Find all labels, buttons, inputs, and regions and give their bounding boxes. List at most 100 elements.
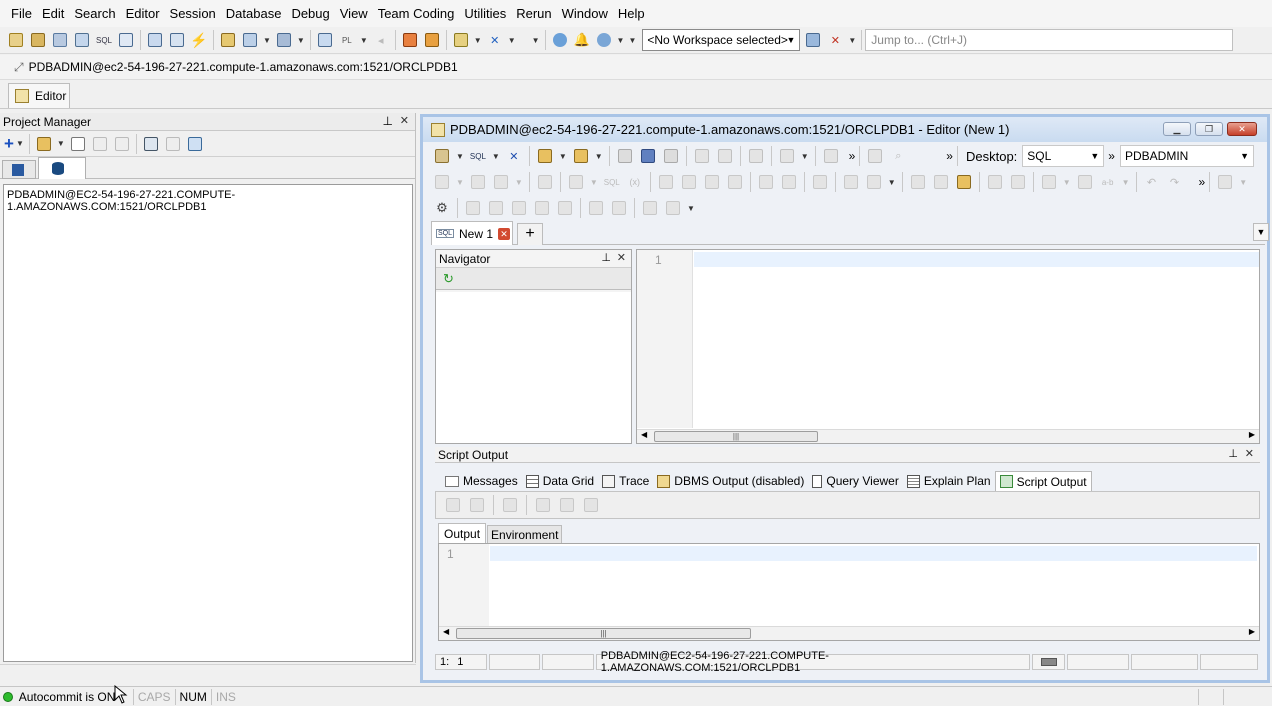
scroll-left-icon[interactable]: ◀ — [641, 430, 647, 439]
tab-trace[interactable]: Trace — [598, 471, 653, 491]
script-output-editor[interactable]: 1 ◀ ||| ▶ — [438, 543, 1260, 641]
tree-item-connection[interactable]: PDBADMIN@EC2-54-196-27-221.COMPUTE-1.AMA… — [7, 189, 409, 213]
menu-rerun[interactable]: Rerun — [511, 0, 556, 27]
run-to-cursor-icon — [725, 173, 745, 191]
disconnect-session-icon[interactable]: ✕ — [504, 147, 524, 165]
tab-list-button[interactable]: ▼ — [1253, 223, 1269, 241]
sql-editor-icon[interactable]: SQL — [468, 147, 488, 165]
scroll-right-icon[interactable]: ▶ — [1249, 627, 1255, 636]
sql-editor[interactable]: 1 ◀ ||| ▶ — [636, 249, 1260, 444]
monitor-icon[interactable] — [315, 31, 335, 49]
workspace-remove-icon[interactable]: ✕ — [825, 31, 845, 49]
tab-database[interactable] — [38, 157, 86, 179]
pin-icon[interactable]: ⊥ — [383, 114, 393, 128]
lightning-icon[interactable]: ⚡ — [189, 31, 209, 49]
menu-debug[interactable]: Debug — [286, 0, 334, 27]
scroll-left-icon[interactable]: ◀ — [443, 627, 449, 636]
scroll-thumb[interactable]: ||| — [456, 628, 751, 639]
tab-new-1[interactable]: SQL New 1 ✕ — [431, 221, 513, 245]
recent-files-icon[interactable] — [571, 147, 591, 165]
paste-icon[interactable] — [954, 173, 974, 191]
editor-hscrollbar[interactable]: ◀ ||| ▶ — [637, 429, 1259, 443]
close-icon[interactable]: ✕ — [400, 114, 409, 127]
minimize-button[interactable]: ▁ — [1163, 122, 1191, 136]
menu-team-coding[interactable]: Team Coding — [373, 0, 460, 27]
output-current-line — [490, 546, 1257, 561]
schema-select[interactable]: PDBADMIN ▼ — [1119, 145, 1254, 167]
layout-icon[interactable] — [240, 31, 260, 49]
menu-utilities[interactable]: Utilities — [459, 0, 511, 27]
tab-explain-plan[interactable]: Explain Plan — [903, 471, 995, 491]
tab-script-output[interactable]: Script Output — [994, 471, 1092, 491]
tab-close-icon[interactable]: ✕ — [498, 227, 511, 240]
tab-editor[interactable]: Editor — [8, 83, 70, 108]
menu-database[interactable]: Database — [221, 0, 287, 27]
workspace-value: <No Workspace selected> — [647, 33, 788, 47]
bell-icon[interactable]: 🔔 — [572, 31, 592, 49]
tab-environment[interactable]: Environment — [487, 525, 563, 543]
tab-data-grid[interactable]: Data Grid — [522, 471, 598, 491]
tab-query-viewer[interactable]: Query Viewer — [808, 471, 902, 491]
workspace-select[interactable]: <No Workspace selected> ▼ — [642, 29, 801, 51]
menu-editor[interactable]: Editor — [121, 0, 165, 27]
status-cell-3 — [542, 654, 594, 670]
tab-messages[interactable]: Messages — [441, 471, 522, 491]
menu-window[interactable]: Window — [557, 0, 613, 27]
desktop-select[interactable]: SQL ▼ — [1022, 145, 1105, 167]
plsql-icon[interactable]: PL — [337, 31, 357, 49]
menu-search[interactable]: Search — [69, 0, 120, 27]
pin-icon[interactable]: ⊥ — [601, 251, 611, 264]
sql-optimizer-icon[interactable] — [50, 31, 70, 49]
close-icon[interactable]: ✕ — [617, 251, 626, 264]
workspace-settings-icon[interactable] — [803, 31, 823, 49]
compare-icon[interactable] — [451, 31, 471, 49]
help-search-icon[interactable] — [594, 31, 614, 49]
report-icon[interactable] — [72, 31, 92, 49]
menu-edit[interactable]: Edit — [37, 0, 69, 27]
tile-icon[interactable] — [145, 31, 165, 49]
window-icon[interactable] — [116, 31, 136, 49]
menu-session[interactable]: Session — [165, 0, 221, 27]
new-file-icon[interactable] — [68, 135, 88, 153]
jump-to-input[interactable]: Jump to... (Ctrl+J) — [865, 29, 1234, 51]
cascade-icon[interactable] — [167, 31, 187, 49]
disconnect-icon[interactable]: ✕ — [485, 31, 505, 49]
editor-icon[interactable] — [6, 31, 26, 49]
save-as-icon[interactable] — [638, 147, 658, 165]
import-icon[interactable] — [400, 31, 420, 49]
schema-browser-icon[interactable] — [28, 31, 48, 49]
chart-icon[interactable] — [185, 135, 205, 153]
trace-icon — [602, 474, 616, 488]
new-tab-button[interactable]: + — [517, 223, 543, 245]
debug-icon — [566, 173, 586, 191]
export-icon[interactable] — [422, 31, 442, 49]
connection-bar[interactable]: ⤢ PDBADMIN@ec2-54-196-27-221.compute-1.a… — [0, 55, 1272, 80]
network-icon[interactable] — [274, 31, 294, 49]
tab-dbms-output[interactable]: DBMS Output (disabled) — [653, 471, 808, 491]
scroll-thumb[interactable]: ||| — [654, 431, 818, 442]
open-file-icon[interactable] — [535, 147, 555, 165]
close-icon[interactable]: ✕ — [1245, 447, 1254, 460]
open-folder-icon[interactable] — [34, 135, 54, 153]
menu-help[interactable]: Help — [613, 0, 650, 27]
add-icon[interactable]: + — [4, 134, 14, 154]
find-icon[interactable] — [218, 31, 238, 49]
menu-file[interactable]: File — [6, 0, 37, 27]
tab-projects[interactable] — [2, 160, 36, 179]
refresh-icon[interactable]: ↻ — [443, 271, 454, 287]
scroll-right-icon[interactable]: ▶ — [1249, 430, 1255, 439]
connect-icon[interactable] — [432, 147, 452, 165]
back-icon[interactable]: ◂ — [371, 31, 391, 49]
globe-icon[interactable] — [550, 31, 570, 49]
menu-view[interactable]: View — [335, 0, 373, 27]
binoculars-icon — [1039, 173, 1059, 191]
output-hscrollbar[interactable]: ◀ ||| ▶ — [439, 626, 1259, 640]
tab-output[interactable]: Output — [438, 523, 487, 543]
gear-icon[interactable]: ⚙ — [432, 199, 452, 217]
project-manager-toolbar: + ▼ ▼ — [0, 131, 415, 157]
window-close-button[interactable]: ✕ — [1227, 122, 1257, 136]
sql-icon[interactable]: SQL — [94, 31, 114, 49]
restore-button[interactable]: ❐ — [1195, 122, 1223, 136]
pin-icon[interactable]: ⊥ — [1228, 447, 1238, 460]
filter-icon[interactable] — [141, 135, 161, 153]
